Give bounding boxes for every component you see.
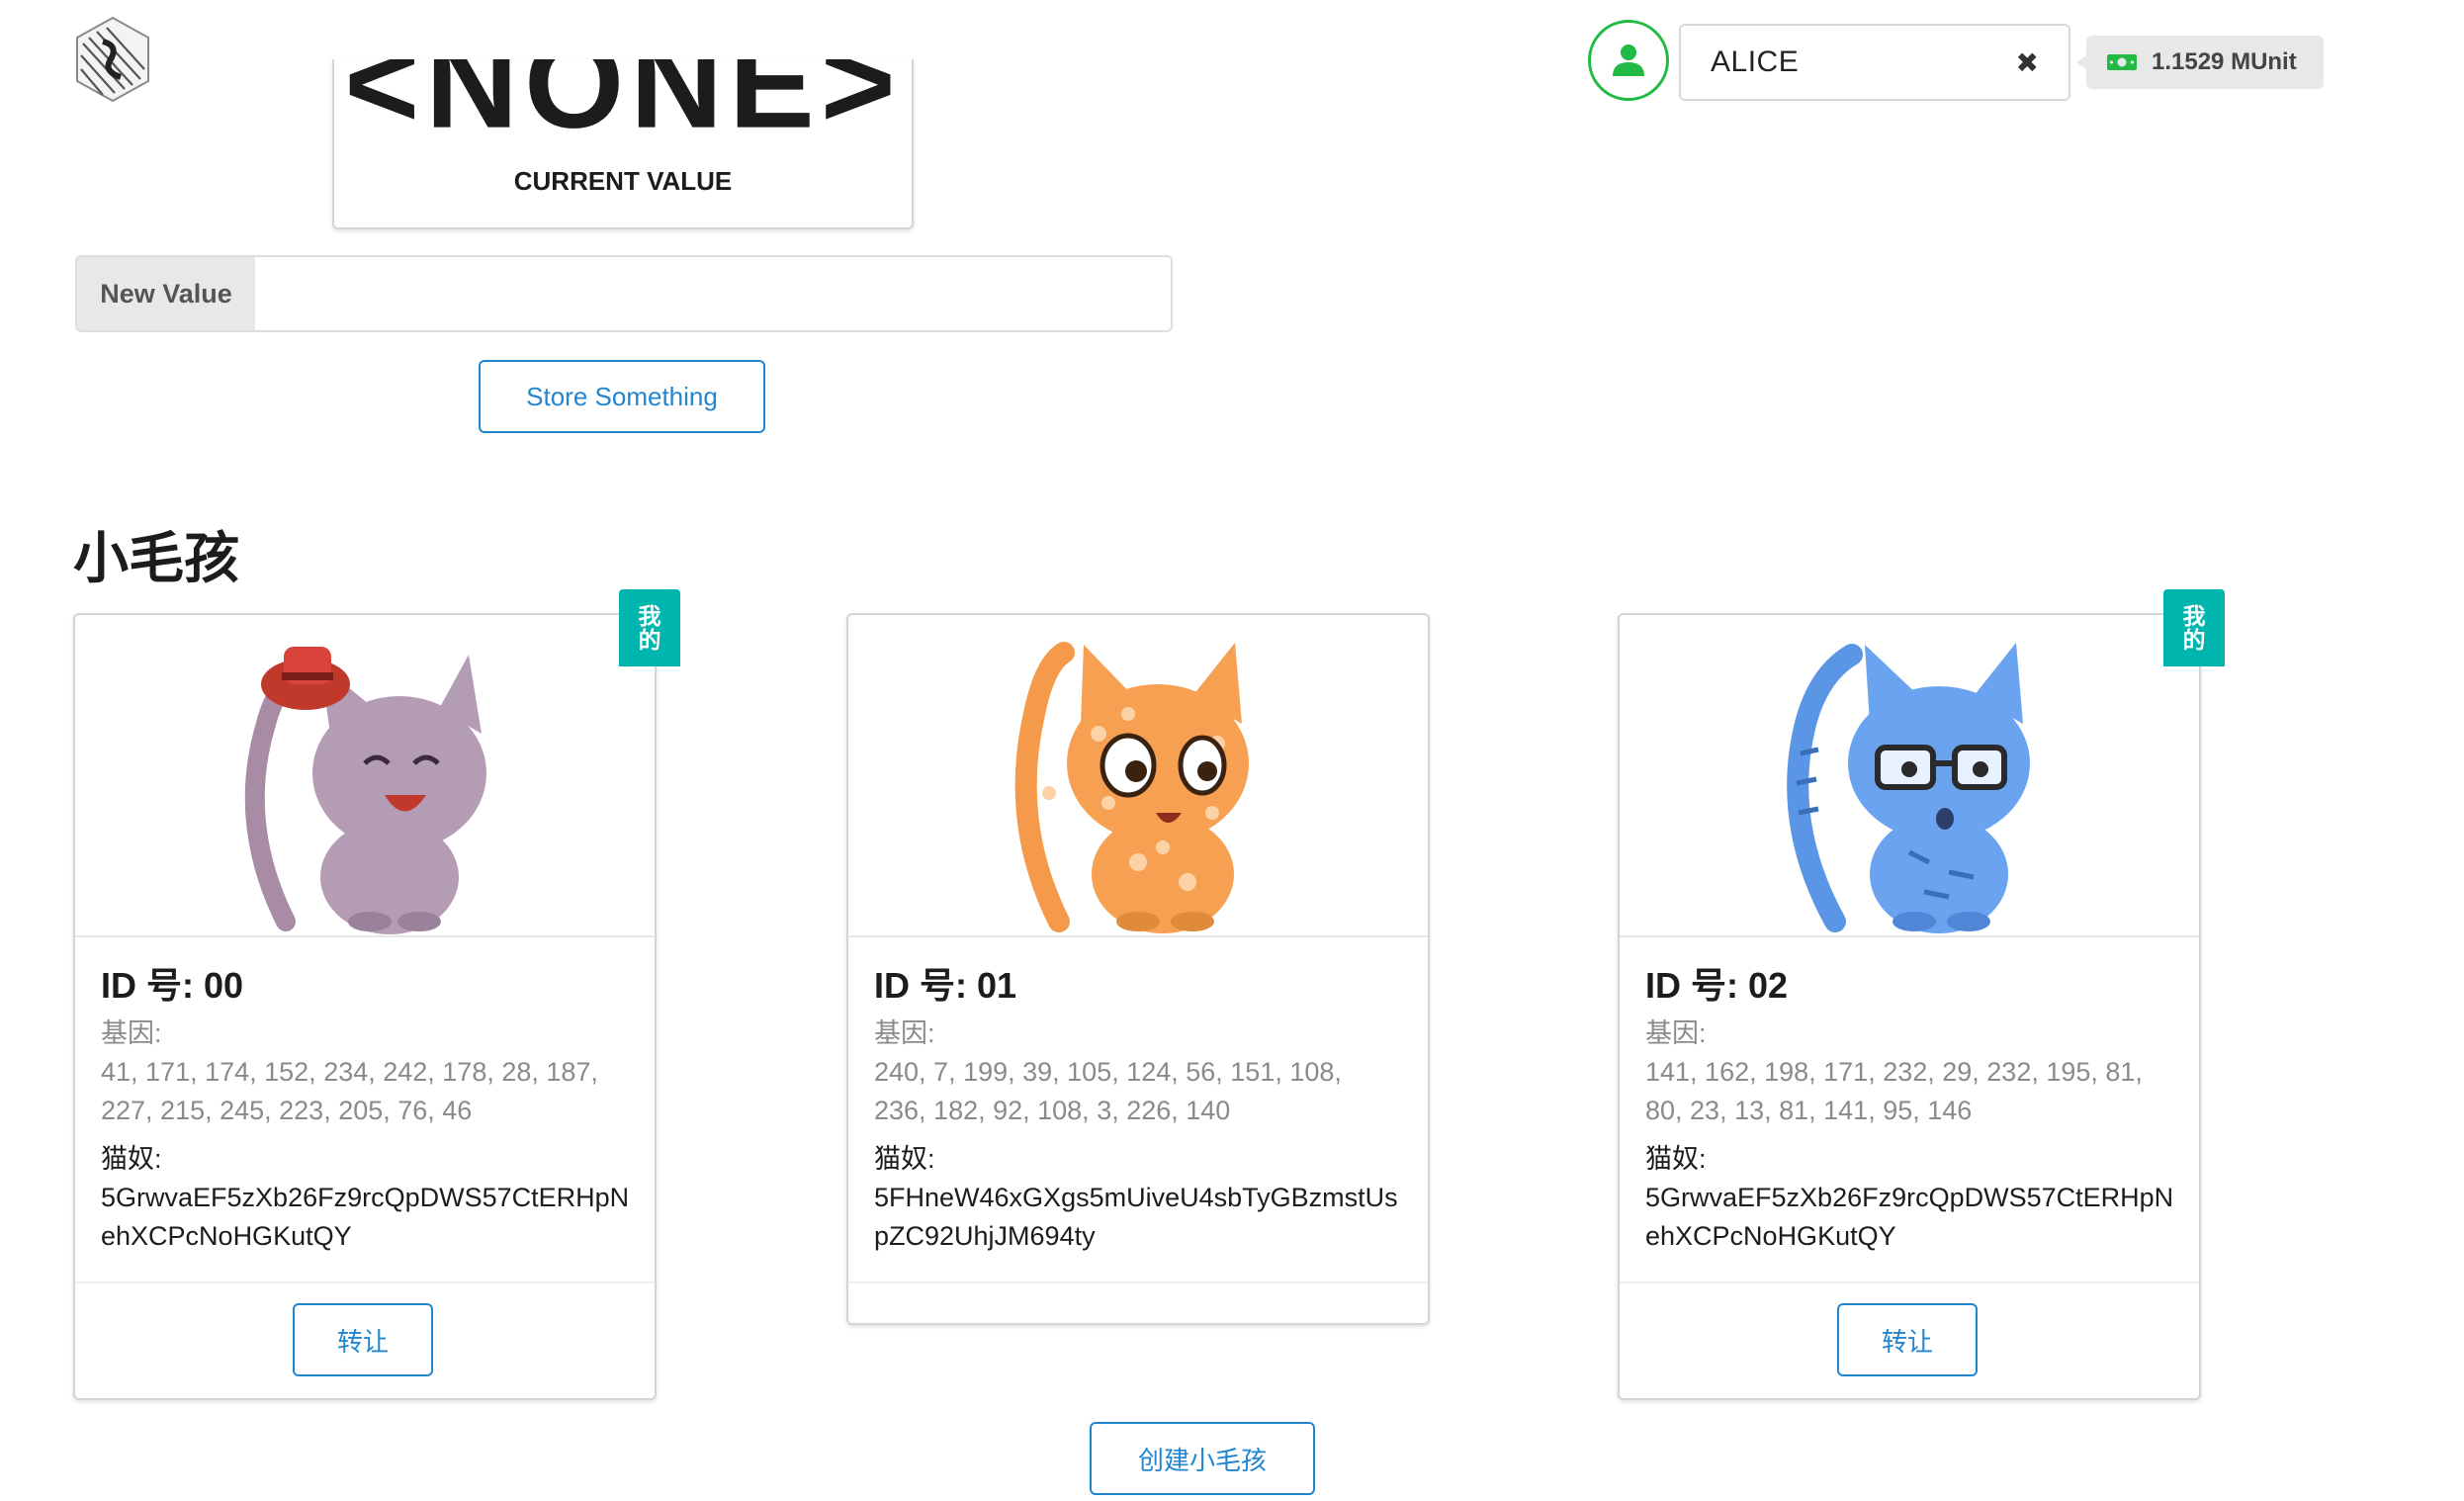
- account-avatar[interactable]: [1588, 20, 1669, 101]
- create-kitty-button[interactable]: 创建小毛孩: [1090, 1422, 1315, 1495]
- mine-badge: 我 的: [2163, 589, 2225, 666]
- money-icon: [2107, 54, 2137, 70]
- kitty-actions: 转让: [1620, 1281, 2199, 1398]
- current-value-card: <NONE> CURRENT VALUE: [332, 59, 914, 229]
- kitty-id: ID 号: 02: [1645, 965, 1789, 1006]
- genes-label: 基因:: [101, 1018, 162, 1048]
- genes-value-line: 80, 23, 13, 81, 141, 95, 146: [1645, 1096, 1973, 1125]
- transfer-button[interactable]: 转让: [293, 1303, 433, 1376]
- kitty-image: [848, 615, 1428, 937]
- genes-value-line: 227, 215, 245, 223, 205, 76, 46: [101, 1096, 473, 1125]
- kitty-actions: [848, 1281, 1428, 1323]
- owner-label: 猫奴:: [1645, 1144, 1707, 1174]
- account-name: ALICE: [1711, 45, 1800, 78]
- kitty-card: ID 号: 01 基因: 240, 7, 199, 39, 105, 124, …: [846, 613, 1430, 1325]
- mine-badge: 我 的: [619, 589, 680, 666]
- owner-label: 猫奴:: [101, 1144, 162, 1174]
- mine-badge-char: 的: [638, 627, 661, 653]
- genes-value-line: 141, 162, 198, 171, 232, 29, 232, 195, 8…: [1645, 1057, 2143, 1087]
- current-value-label: CURRENT VALUE: [513, 166, 733, 196]
- kitty-id: ID 号: 01: [874, 965, 1017, 1006]
- new-value-input[interactable]: [255, 257, 1171, 330]
- mine-badge-char: 我: [638, 603, 661, 629]
- owner-address: 5GrwvaEF5zXb26Fz9rcQpDWS57CtERHpNehXCPcN…: [101, 1183, 630, 1251]
- transfer-button[interactable]: 转让: [1837, 1303, 1978, 1376]
- genes-value-line: 41, 171, 174, 152, 234, 242, 178, 28, 18…: [101, 1057, 598, 1087]
- kitty-image: [75, 615, 655, 937]
- kitty-id: ID 号: 00: [101, 965, 244, 1006]
- genes-label: 基因:: [874, 1018, 935, 1048]
- owner-label: 猫奴:: [874, 1144, 935, 1174]
- account-selector[interactable]: ALICE ✖: [1679, 24, 2070, 101]
- app-logo-icon[interactable]: [73, 16, 152, 103]
- genes-value-line: 240, 7, 199, 39, 105, 124, 56, 151, 108,: [874, 1057, 1342, 1087]
- blue-striped-cat-with-glasses-icon: [1787, 643, 2030, 933]
- mine-badge-char: 的: [2182, 627, 2206, 653]
- new-value-label: New Value: [77, 257, 255, 330]
- kitty-card: ID 号: 00 基因: 41, 171, 174, 152, 234, 242…: [73, 589, 680, 1400]
- balance-badge: 1.1529 MUnit: [2076, 36, 2324, 89]
- clear-account-icon[interactable]: ✖: [2016, 46, 2039, 79]
- orange-spotted-cat-icon: [1014, 642, 1249, 933]
- new-value-field: New Value: [75, 255, 1173, 332]
- kitty-card: ID 号: 02 基因: 141, 162, 198, 171, 232, 29…: [1618, 589, 2225, 1400]
- kitty-actions: 转让: [75, 1281, 655, 1398]
- current-value: <NONE>: [344, 59, 902, 155]
- owner-address: 5GrwvaEF5zXb26Fz9rcQpDWS57CtERHpNehXCPcN…: [1645, 1183, 2174, 1251]
- user-icon: [1613, 44, 1644, 76]
- genes-label: 基因:: [1645, 1018, 1707, 1048]
- kitties-section-title: 小毛孩: [73, 527, 239, 589]
- store-something-button[interactable]: Store Something: [479, 360, 765, 433]
- balance-value: 1.1529 MUnit: [2152, 48, 2297, 75]
- owner-address: 5FHneW46xGXgs5mUiveU4sbTyGBzmstUspZC92Uh…: [874, 1183, 1398, 1251]
- kitty-image: [1620, 615, 2199, 937]
- mine-badge-char: 我: [2182, 603, 2206, 629]
- purple-cat-with-red-hat-icon: [244, 647, 486, 934]
- genes-value-line: 236, 182, 92, 108, 3, 226, 140: [874, 1096, 1231, 1125]
